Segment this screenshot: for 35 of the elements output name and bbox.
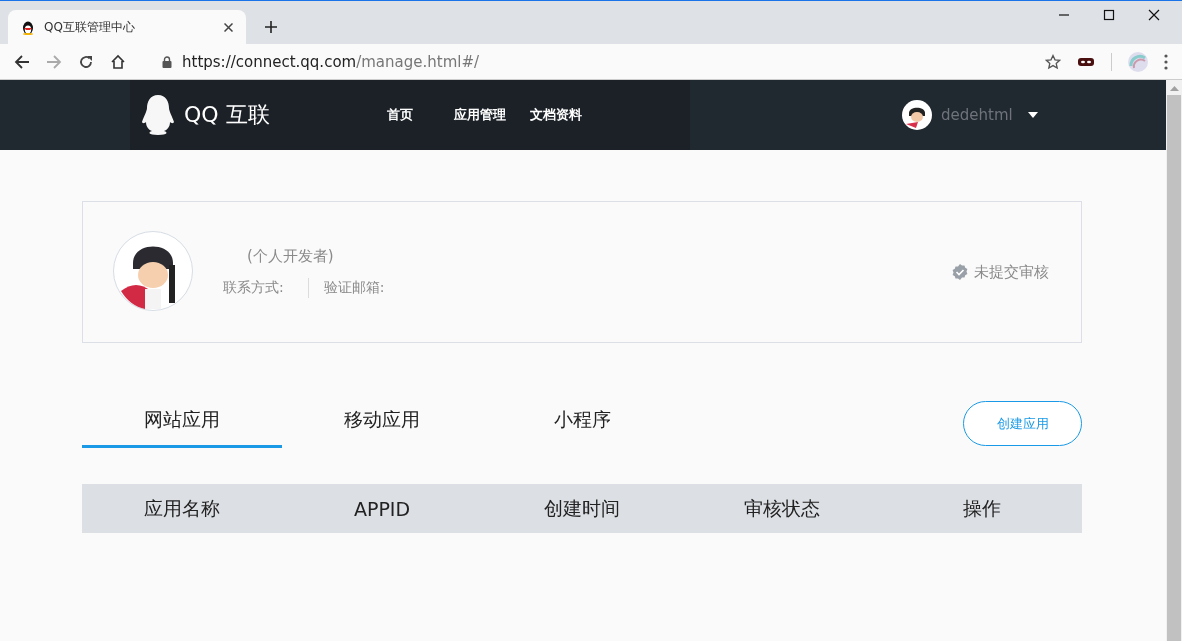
app-tab[interactable]: 小程序: [482, 403, 682, 448]
url-text[interactable]: https://connect.qq.com/manage.html#/: [182, 52, 480, 71]
reload-icon[interactable]: [78, 53, 94, 70]
contact-label: 联系方式:: [223, 278, 284, 297]
app-tab[interactable]: 网站应用: [82, 403, 282, 448]
star-icon[interactable]: [1045, 53, 1061, 70]
lock-icon: [162, 55, 172, 68]
close-icon[interactable]: [1148, 9, 1160, 21]
developer-type: (个人开发者): [247, 246, 335, 266]
column-header: APPID: [352, 497, 412, 520]
nav-link[interactable]: 应用管理: [453, 106, 506, 124]
column-header: 操作: [962, 495, 1002, 521]
logo-text[interactable]: QQ 互联: [184, 100, 270, 130]
maximize-icon[interactable]: [1103, 9, 1115, 21]
nav-link[interactable]: 文档资料: [529, 106, 582, 124]
home-icon[interactable]: [110, 53, 126, 70]
nav-link[interactable]: 首页: [386, 106, 413, 124]
column-header: 审核状态: [743, 495, 821, 521]
menu-icon[interactable]: [1164, 53, 1168, 70]
new-tab-icon[interactable]: [265, 21, 277, 33]
review-status: 未提交审核: [974, 262, 1049, 282]
avatar-icon: [113, 231, 193, 311]
dropdown-caret-icon[interactable]: [1027, 112, 1038, 118]
app-tab[interactable]: 移动应用: [282, 403, 482, 448]
column-header: 创建时间: [543, 495, 621, 521]
email-label: 验证邮箱:: [323, 278, 385, 297]
column-header: 应用名称: [143, 495, 221, 521]
verified-badge-icon: [952, 264, 968, 280]
close-tab-icon[interactable]: [224, 22, 233, 32]
user-avatar-icon[interactable]: [902, 100, 932, 130]
browser-tab[interactable]: QQ互联管理中心: [8, 10, 246, 44]
back-icon[interactable]: [14, 53, 30, 70]
penguin-logo-icon: [140, 94, 176, 136]
tab-title: QQ互联管理中心: [44, 18, 136, 36]
penguin-icon: [20, 19, 36, 35]
